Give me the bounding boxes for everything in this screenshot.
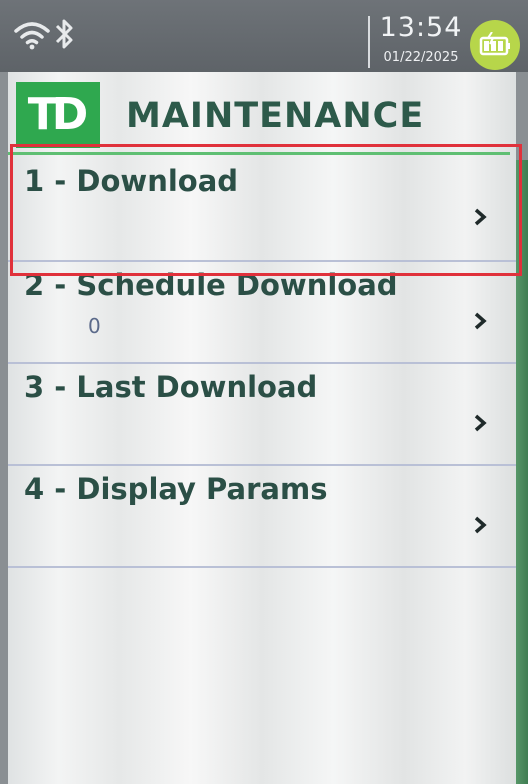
menu-item-label: 3 - Last Download [24, 370, 318, 404]
wifi-icon [14, 22, 50, 50]
chevron-right-icon [474, 414, 487, 432]
td-logo: TD [16, 82, 100, 148]
selection-highlight-box [10, 144, 522, 276]
status-bar: 13:54 01/22/2025 [0, 0, 528, 72]
menu-item-display-params[interactable]: 4 - Display Params [8, 464, 516, 566]
chevron-right-icon [474, 312, 487, 330]
page-title: MAINTENANCE [126, 96, 425, 136]
clock-time: 13:54 [379, 12, 463, 43]
chevron-right-icon [474, 516, 487, 534]
battery-charging-icon [470, 20, 520, 70]
clock-date: 01/22/2025 [383, 50, 459, 65]
menu-item-label: 4 - Display Params [24, 472, 328, 506]
bluetooth-icon [55, 19, 73, 49]
menu-item-last-download[interactable]: 3 - Last Download [8, 362, 516, 464]
clock-divider [368, 16, 370, 68]
menu-divider [8, 566, 516, 568]
menu-item-sublabel: 0 [88, 314, 101, 338]
